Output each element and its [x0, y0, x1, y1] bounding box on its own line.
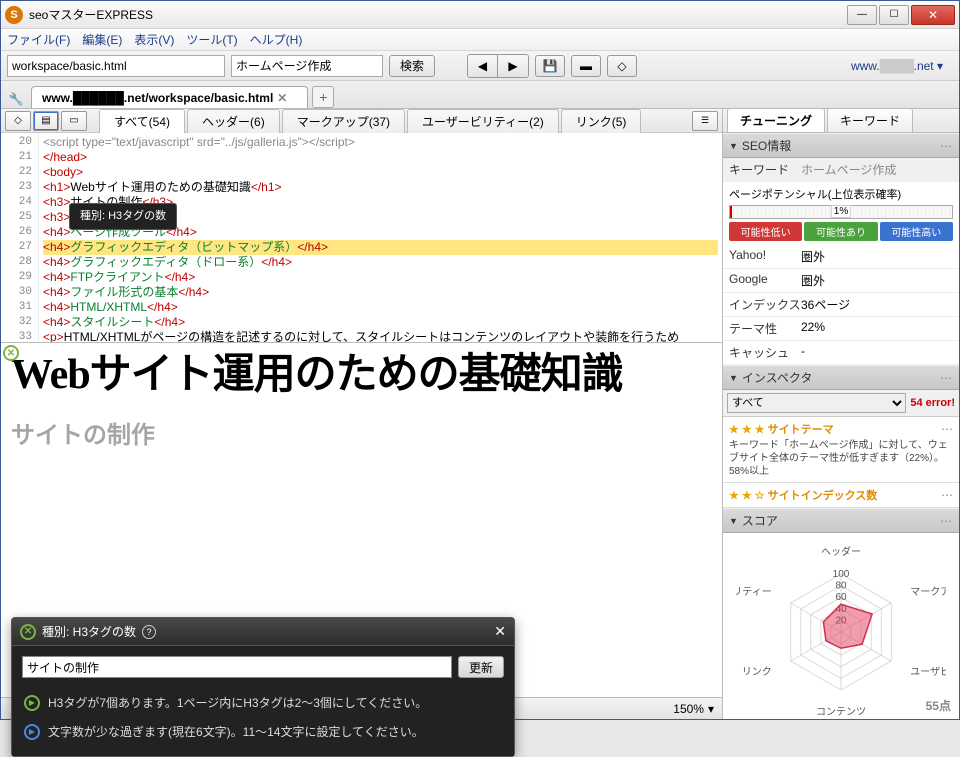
info-rows: Yahoo!圏外Google圏外インデックス36ページテーマ性22%キャッシュ- — [723, 245, 959, 365]
zoom-label: 150% — [673, 702, 704, 716]
preview-h2: サイトの制作 — [11, 415, 712, 450]
maximize-button[interactable]: ☐ — [879, 5, 909, 25]
filter-header[interactable]: ヘッダー(6) — [187, 109, 280, 133]
back-button[interactable]: ◀ — [468, 55, 498, 77]
score-radar: 20406080100ヘッダーマークアップユーザビリティーコンテンツリンクオーソ… — [723, 533, 959, 719]
path-input[interactable] — [7, 55, 225, 77]
code-editor[interactable]: 20 21 22 23 24 25 26 27 28 29 30 31 32 3… — [1, 133, 722, 343]
preview-close-icon[interactable]: ✕ — [3, 345, 19, 361]
popup-msg-2: ▶ 文字数が少な過ぎます(現在6文字)。11～14文字に設定してください。 — [22, 717, 504, 746]
nav-group: ◀ ▶ — [467, 54, 529, 78]
app-window: S seoマスターEXPRESS — ☐ ✕ ファイル(F) 編集(E) 表示(… — [0, 0, 960, 720]
svg-text:ヘッダー: ヘッダー — [821, 545, 861, 558]
play-icon[interactable]: ▶ — [24, 695, 40, 711]
toolbar: 検索 ◀ ▶ 💾 ▬ ◇ www.████.net ▾ — [1, 51, 959, 81]
preview-h1: Webサイト運用のための基礎知識 — [11, 351, 712, 399]
close-button[interactable]: ✕ — [911, 5, 955, 25]
right-panel: チューニング キーワード ▼SEO情報⋯ キーワードホームページ作成 ページポテ… — [723, 109, 959, 719]
kw-row: キーワードホームページ作成 — [723, 158, 959, 182]
view-toolbar: ◇ ▤ ▭ すべて(54) ヘッダー(6) マークアップ(37) ユーザービリテ… — [1, 109, 722, 133]
issue-item[interactable]: ★★★ サイトテーマ⋯キーワード「ホームページ作成」に対して、ウェブサイト全体の… — [723, 417, 959, 483]
save-button[interactable]: 💾 — [535, 55, 565, 77]
error-count: 54 error! — [910, 397, 955, 409]
popup-msg-1: ▶ H3タグが7個あります。1ページ内にH3タグは2～3個にしてください。 — [22, 688, 504, 717]
info-row: インデックス36ページ — [723, 293, 959, 317]
menu-view[interactable]: 表示(V) — [134, 31, 174, 48]
svg-text:オーソリティー: オーソリティー — [736, 586, 772, 598]
view-split-button[interactable]: ▤ — [33, 111, 59, 131]
filter-all[interactable]: すべて(54) — [99, 109, 185, 133]
right-tabs: チューニング キーワード — [723, 109, 959, 133]
play-icon[interactable]: ▶ — [24, 724, 40, 740]
forward-button[interactable]: ▶ — [498, 55, 528, 77]
inspector-filter-row: すべて 54 error! — [723, 390, 959, 417]
issue-item[interactable]: ★★☆ サイトインデックス数⋯ — [723, 483, 959, 508]
wrench-icon: 🔧 — [7, 90, 25, 108]
add-tab-button[interactable]: + — [312, 86, 334, 108]
filter-link[interactable]: リンク(5) — [561, 109, 642, 133]
zoom-dropdown-icon[interactable]: ▾ — [708, 702, 714, 716]
chip-high: 可能性高い — [880, 222, 953, 241]
document-tabbar: 🔧 www.██████.net/workspace/basic.html✕ + — [1, 81, 959, 109]
app-title: seoマスターEXPRESS — [29, 6, 847, 23]
tab-tuning[interactable]: チューニング — [727, 109, 825, 132]
seo-panel-head[interactable]: ▼SEO情報⋯ — [723, 133, 959, 158]
info-row: Yahoo!圏外 — [723, 245, 959, 269]
menubar: ファイル(F) 編集(E) 表示(V) ツール(T) ヘルプ(H) — [1, 29, 959, 51]
document-tab[interactable]: www.██████.net/workspace/basic.html✕ — [31, 86, 308, 108]
svg-text:ユーザビリティー: ユーザビリティー — [910, 666, 946, 678]
svg-text:リンク: リンク — [742, 666, 772, 678]
filter-markup[interactable]: マークアップ(37) — [282, 109, 405, 133]
keyword-input[interactable] — [231, 55, 383, 77]
window-buttons: — ☐ ✕ — [847, 5, 955, 25]
potential-chips: 可能性低い 可能性あり 可能性高い — [729, 222, 953, 241]
chip-mid: 可能性あり — [804, 222, 877, 241]
score-panel-head[interactable]: ▼スコア⋯ — [723, 508, 959, 533]
popup-input[interactable] — [22, 656, 452, 678]
popup-x-icon[interactable]: ✕ — [494, 623, 506, 640]
view-preview-button[interactable]: ▭ — [61, 111, 87, 131]
popup-title: 種別: H3タグの数 — [42, 623, 136, 640]
svg-text:マークアップ: マークアップ — [910, 586, 946, 598]
app-icon: S — [5, 6, 23, 24]
eraser-button[interactable]: ◇ — [607, 55, 637, 77]
filter-tabs: すべて(54) ヘッダー(6) マークアップ(37) ユーザービリティー(2) … — [99, 109, 690, 133]
update-button[interactable]: 更新 — [458, 656, 504, 678]
popup-close-icon[interactable]: ✕ — [20, 624, 36, 640]
info-row: Google圏外 — [723, 269, 959, 293]
left-pane: ◇ ▤ ▭ すべて(54) ヘッダー(6) マークアップ(37) ユーザービリテ… — [1, 109, 723, 719]
menu-edit[interactable]: 編集(E) — [82, 31, 122, 48]
svg-text:コンテンツ: コンテンツ — [816, 707, 866, 717]
tab-keyword[interactable]: キーワード — [827, 109, 913, 132]
inspector-panel-head[interactable]: ▼インスペクタ⋯ — [723, 365, 959, 390]
view-code-button[interactable]: ◇ — [5, 111, 31, 131]
potential-block: ページポテンシャル(上位表示確率) 1% 可能性低い 可能性あり 可能性高い — [723, 182, 959, 245]
line-gutter: 20 21 22 23 24 25 26 27 28 29 30 31 32 3… — [1, 133, 39, 342]
inspector-popup-body: 更新 ▶ H3タグが7個あります。1ページ内にH3タグは2～3個にしてください。… — [12, 646, 514, 756]
code-tooltip: 種別: H3タグの数 — [69, 203, 177, 230]
menu-tool[interactable]: ツール(T) — [186, 31, 237, 48]
chip-low: 可能性低い — [729, 222, 802, 241]
menu-file[interactable]: ファイル(F) — [7, 31, 70, 48]
inspector-popup-head: ✕ 種別: H3タグの数 ? ✕ — [12, 618, 514, 646]
code-lines[interactable]: 種別: H3タグの数 <script type="text/javascript… — [39, 133, 722, 342]
issue-list: ★★★ サイトテーマ⋯キーワード「ホームページ作成」に対して、ウェブサイト全体の… — [723, 417, 959, 508]
domain-label[interactable]: www.████.net ▾ — [841, 59, 953, 73]
info-row: テーマ性22% — [723, 317, 959, 341]
inspector-filter-select[interactable]: すべて — [727, 393, 906, 413]
screen-button[interactable]: ▬ — [571, 55, 601, 77]
list-toggle-icon[interactable]: ☰ — [692, 111, 718, 131]
score-value: 55点 — [926, 686, 951, 717]
search-button[interactable]: 検索 — [389, 55, 435, 77]
minimize-button[interactable]: — — [847, 5, 877, 25]
tab-close-icon[interactable]: ✕ — [277, 91, 287, 105]
info-row: キャッシュ- — [723, 341, 959, 365]
main-area: ◇ ▤ ▭ すべて(54) ヘッダー(6) マークアップ(37) ユーザービリテ… — [1, 109, 959, 719]
potential-bar: 1% — [729, 205, 953, 219]
titlebar: S seoマスターEXPRESS — ☐ ✕ — [1, 1, 959, 29]
inspector-popup: ✕ 種別: H3タグの数 ? ✕ 更新 ▶ H3タグが7個あります。1ページ内に… — [11, 617, 515, 757]
help-icon[interactable]: ? — [142, 625, 156, 639]
filter-usability[interactable]: ユーザービリティー(2) — [407, 109, 559, 133]
menu-help[interactable]: ヘルプ(H) — [250, 31, 303, 48]
